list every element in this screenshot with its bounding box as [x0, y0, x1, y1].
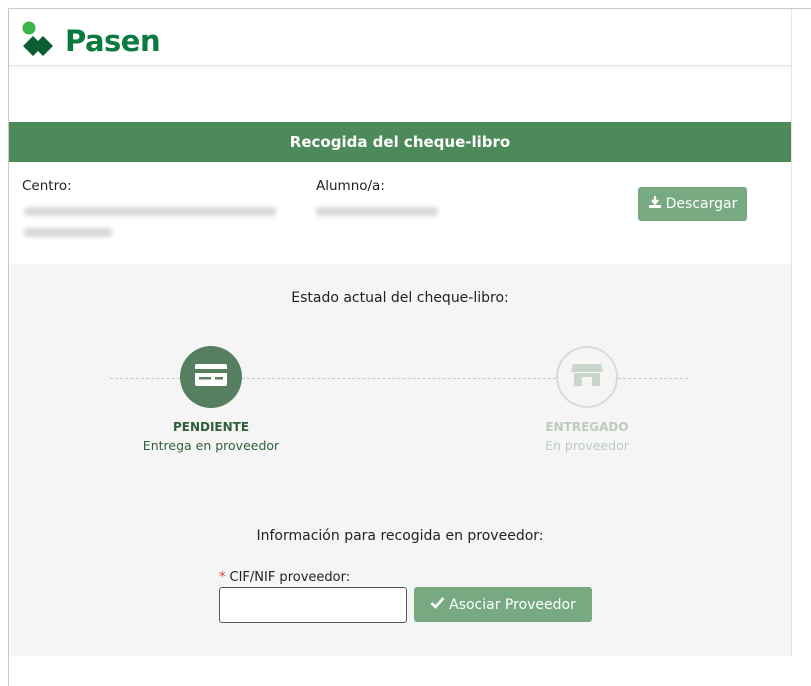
- alumno-value-redacted: [316, 207, 438, 216]
- step-pendiente-sub: Entrega en proveedor: [142, 438, 280, 453]
- centro-value-redacted-line2: [24, 228, 112, 237]
- step-entregado-marker: [556, 346, 618, 408]
- download-button[interactable]: Descargar: [638, 187, 747, 221]
- associate-provider-button[interactable]: Asociar Proveedor: [414, 587, 592, 622]
- cif-input[interactable]: [219, 587, 407, 623]
- download-icon: [648, 195, 662, 213]
- pasen-logo-mark-icon: [19, 20, 65, 62]
- store-icon: [570, 362, 604, 392]
- cif-field-label: * CIF/NIF proveedor:: [219, 570, 350, 585]
- card-icon: [194, 363, 228, 391]
- timeline-line-middle: [242, 378, 556, 379]
- timeline-line-left: [110, 378, 180, 379]
- app-header: Pasen: [9, 9, 791, 66]
- associate-provider-label: Asociar Proveedor: [449, 596, 576, 613]
- centro-label: Centro:: [22, 178, 72, 194]
- step-entregado-sub: En proveedor: [545, 438, 629, 453]
- pasen-logo[interactable]: Pasen: [19, 19, 161, 63]
- cif-field-label-text: CIF/NIF proveedor:: [229, 570, 351, 585]
- download-button-label: Descargar: [665, 196, 738, 212]
- step-pendiente-name: PENDIENTE: [172, 420, 250, 434]
- page-title: Recogida del cheque-libro: [9, 122, 791, 162]
- centro-value-redacted: [24, 207, 276, 216]
- right-border: [791, 9, 792, 657]
- alumno-label: Alumno/a:: [316, 178, 385, 194]
- timeline-line-right: [618, 378, 688, 379]
- pickup-title: Información para recogida en proveedor:: [256, 528, 544, 544]
- required-marker: *: [219, 570, 226, 585]
- brand-name: Pasen: [65, 24, 161, 58]
- step-pendiente-marker: [180, 346, 242, 408]
- status-title: Estado actual del cheque-libro:: [291, 290, 509, 306]
- step-entregado-name: ENTREGADO: [545, 420, 629, 434]
- pickup-info-section: [9, 490, 791, 656]
- check-icon: [430, 596, 445, 613]
